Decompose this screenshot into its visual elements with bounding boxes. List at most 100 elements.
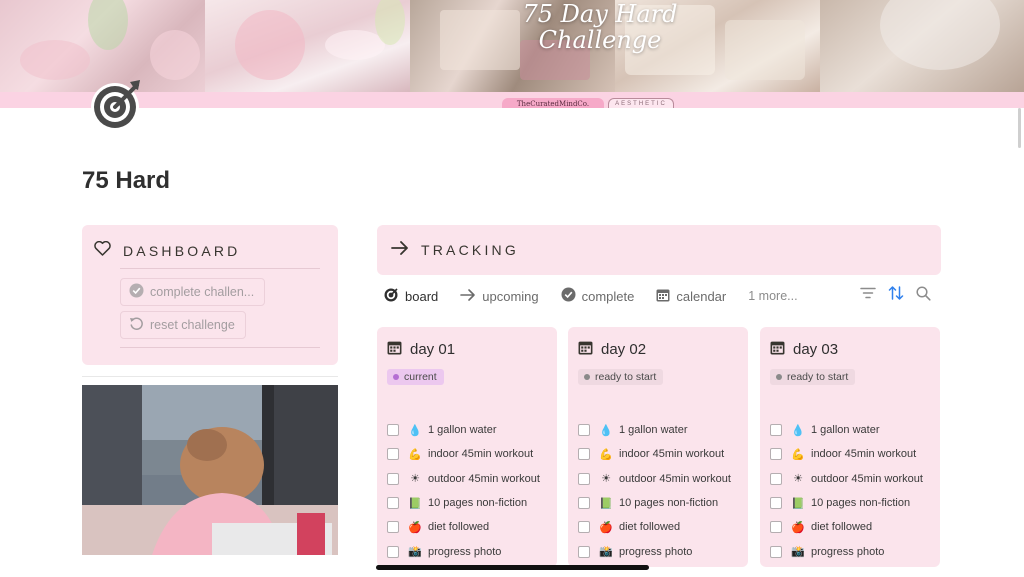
complete-challenge-button[interactable]: complete challen... — [120, 278, 266, 306]
task-label: 1 gallon water — [619, 424, 688, 437]
task-checkbox[interactable] — [578, 521, 590, 534]
task-emoji-icon: 🍎 — [599, 520, 613, 534]
calendar-icon — [656, 288, 670, 305]
dashboard-header: DASHBOARD — [94, 240, 241, 261]
task-reading: 📗 10 pages non-fiction — [578, 491, 731, 515]
target-icon[interactable] — [90, 78, 144, 132]
tab-board-label: board — [405, 288, 439, 304]
task-emoji-icon: 📗 — [599, 496, 613, 510]
task-checkbox[interactable] — [387, 545, 399, 558]
reset-challenge-button[interactable]: reset challenge — [120, 311, 246, 339]
dashboard-label: DASHBOARD — [123, 243, 241, 259]
scrollbar[interactable] — [1018, 108, 1021, 148]
check-circle-icon — [129, 283, 144, 301]
home-indicator[interactable] — [376, 565, 649, 570]
task-indoor-workout: 💪 indoor 45min workout — [387, 442, 540, 466]
status-dot — [393, 374, 399, 380]
task-emoji-icon: ☀ — [601, 472, 611, 486]
task-label: 1 gallon water — [428, 424, 497, 437]
task-label: outdoor 45min workout — [811, 472, 923, 485]
task-list: 💧 1 gallon water 💪 indoor 45min workout ☀ out… — [387, 418, 540, 564]
task-water: 💧 1 gallon water — [578, 418, 731, 442]
reset-icon — [129, 316, 144, 334]
day-card-header: day 03 — [770, 340, 838, 359]
task-checkbox[interactable] — [578, 448, 590, 461]
task-checkbox[interactable] — [387, 424, 399, 437]
task-checkbox[interactable] — [770, 424, 782, 437]
task-emoji-icon: 💪 — [599, 447, 613, 461]
task-emoji-icon: 🍎 — [791, 520, 805, 534]
more-views-button[interactable]: 1 more... — [748, 289, 797, 303]
calendar-icon — [770, 340, 785, 359]
status-label: ready to start — [787, 371, 849, 383]
tab-upcoming[interactable]: upcoming — [460, 288, 539, 305]
divider — [120, 268, 320, 269]
task-progress-photo: 📸 progress photo — [770, 539, 923, 563]
filter-icon[interactable] — [860, 286, 876, 305]
task-label: diet followed — [428, 521, 490, 534]
task-emoji-icon: 💪 — [408, 447, 422, 461]
cover-photo-5 — [820, 0, 1024, 92]
task-checkbox[interactable] — [770, 448, 782, 461]
day-card-title[interactable]: day 03 — [793, 341, 838, 358]
day-card[interactable]: day 02 ready to start 💧 1 gallon water 💪 indo… — [568, 327, 748, 567]
task-checkbox[interactable] — [770, 497, 782, 510]
task-progress-photo: 📸 progress photo — [578, 539, 731, 563]
status-label: ready to start — [595, 371, 657, 383]
day-card-header: day 01 — [387, 340, 455, 359]
task-emoji-icon: 💪 — [791, 447, 805, 461]
task-progress-photo: 📸 progress photo — [387, 539, 540, 563]
task-list: 💧 1 gallon water 💪 indoor 45min workout ☀ out… — [578, 418, 731, 564]
aesthetic-chip: AESTHETIC — [608, 98, 674, 108]
day-card-header: day 02 — [578, 340, 646, 359]
task-label: outdoor 45min workout — [619, 472, 731, 485]
status-badge: ready to start — [770, 369, 856, 385]
search-icon[interactable] — [916, 285, 931, 306]
target-icon — [384, 287, 399, 305]
brand-chip: TheCuratedMindCo. — [502, 98, 604, 108]
banner-title-line1: 75 Day Hard — [522, 0, 678, 28]
task-emoji-icon: 📸 — [791, 545, 805, 559]
task-label: 10 pages non-fiction — [428, 497, 528, 510]
task-checkbox[interactable] — [770, 472, 782, 485]
tab-calendar[interactable]: calendar — [656, 288, 726, 305]
task-checkbox[interactable] — [578, 545, 590, 558]
day-card-title[interactable]: day 01 — [410, 341, 455, 358]
sort-icon[interactable] — [888, 285, 904, 306]
task-emoji-icon: 📗 — [408, 496, 422, 510]
status-badge: ready to start — [578, 369, 664, 385]
tracking-callout: TRACKING — [377, 225, 941, 275]
task-checkbox[interactable] — [387, 448, 399, 461]
task-emoji-icon: ☀ — [793, 472, 803, 486]
task-checkbox[interactable] — [387, 497, 399, 510]
day-card[interactable]: day 03 ready to start 💧 1 gallon water 💪 indo… — [760, 327, 940, 567]
task-checkbox[interactable] — [387, 521, 399, 534]
status-badge: current — [387, 369, 444, 385]
task-checkbox[interactable] — [387, 472, 399, 485]
cover-banner: 75 Day Hard Challenge TheCuratedMindCo. … — [0, 0, 1024, 108]
task-label: indoor 45min workout — [619, 448, 725, 461]
calendar-icon — [578, 340, 593, 359]
task-checkbox[interactable] — [770, 521, 782, 534]
task-checkbox[interactable] — [578, 472, 590, 485]
tab-board[interactable]: board — [384, 287, 438, 305]
check-circle-icon — [561, 287, 576, 305]
task-label: progress photo — [619, 545, 693, 558]
divider — [120, 347, 320, 348]
view-tabs: board upcoming complete calendar 1 more.… — [384, 284, 820, 308]
day-card-title[interactable]: day 02 — [601, 341, 646, 358]
task-checkbox[interactable] — [578, 497, 590, 510]
task-emoji-icon: 📗 — [791, 496, 805, 510]
day-card[interactable]: day 01 current 💧 1 gallon water 💪 indoor 45mi… — [377, 327, 557, 567]
view-tools — [860, 285, 931, 306]
task-label: progress photo — [428, 545, 502, 558]
task-label: 10 pages non-fiction — [619, 497, 719, 510]
task-checkbox[interactable] — [578, 424, 590, 437]
dashboard-callout: DASHBOARD complete challen... reset chal… — [82, 225, 338, 365]
task-reading: 📗 10 pages non-fiction — [770, 491, 923, 515]
task-outdoor-workout: ☀ outdoor 45min workout — [770, 467, 923, 491]
task-checkbox[interactable] — [770, 545, 782, 558]
tab-upcoming-label: upcoming — [482, 288, 539, 304]
task-diet: 🍎 diet followed — [578, 515, 731, 539]
tab-complete[interactable]: complete — [561, 287, 634, 305]
